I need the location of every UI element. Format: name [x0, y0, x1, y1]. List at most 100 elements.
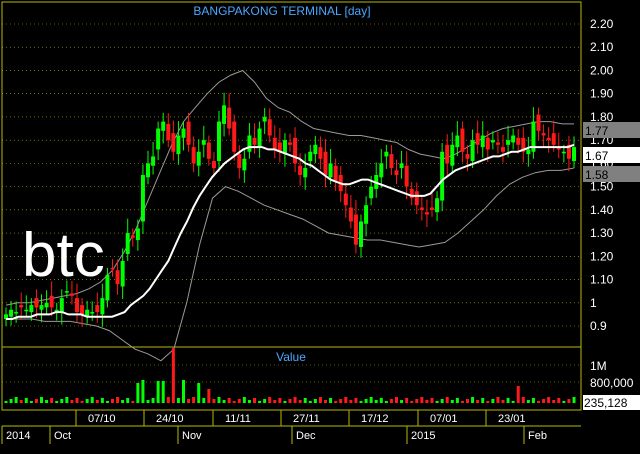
volume-bar [242, 397, 246, 403]
candle-body [19, 305, 24, 308]
volume-bar [212, 399, 216, 403]
candle-body [394, 170, 399, 175]
volume-bar [192, 397, 196, 403]
volume-bar [161, 381, 165, 403]
candle-body [475, 133, 480, 145]
candle-body [495, 142, 500, 145]
period-label: Dec [296, 430, 316, 442]
volume-bar [379, 398, 383, 403]
volume-bar [339, 399, 343, 403]
volume-bar [100, 398, 104, 403]
candle-body [384, 151, 389, 157]
volume-bar [65, 397, 69, 403]
volume-bar [222, 400, 226, 403]
candle-body [64, 291, 69, 293]
stock-chart[interactable]: BANGPAKONG TERMINAL [day] btc 2.20 2.10 2.… [0, 0, 640, 454]
volume-bar [187, 399, 191, 403]
candle-body [399, 163, 404, 169]
candle-body [333, 165, 338, 182]
volume-bar [4, 401, 8, 403]
candle-body [369, 186, 374, 199]
candle-body [29, 305, 34, 313]
period-label: Oct [54, 430, 71, 442]
candle-body [364, 205, 369, 224]
volume-bar [55, 401, 59, 403]
volume-bar [273, 400, 277, 403]
volume-bar [349, 400, 353, 403]
volume-bar [460, 401, 464, 403]
candle-body [110, 267, 115, 270]
volume-bar [268, 397, 272, 403]
candle-body [75, 298, 79, 313]
volume-bar [516, 386, 520, 403]
volume-bar [95, 400, 99, 403]
candle-body [572, 147, 576, 162]
volume-bar [156, 381, 160, 403]
date-label: 11/11 [225, 413, 251, 425]
candle-body [9, 309, 14, 317]
volume-bar [151, 398, 155, 403]
volume-bar [521, 397, 525, 403]
volume-bar [496, 397, 500, 403]
volume-bar [298, 400, 302, 403]
candle-body [450, 144, 455, 166]
volume-bar [40, 397, 43, 403]
candle-body [242, 158, 247, 171]
period-label: Nov [182, 430, 202, 442]
volume-bar [318, 397, 322, 403]
candle-body [130, 235, 135, 238]
candle-body [100, 298, 105, 315]
candle-body [501, 147, 505, 152]
bollinger-lower-label: 1.58 [585, 168, 609, 182]
candle-body [227, 107, 232, 129]
chart-title: BANGPAKONG TERMINAL [day] [193, 4, 370, 18]
date-label: 17/12 [361, 413, 389, 425]
volume-bar [344, 397, 348, 403]
candle-body [551, 133, 556, 145]
volume-bar [369, 397, 373, 403]
volume-bar [324, 400, 327, 403]
candle-body [166, 123, 171, 141]
candle-body [328, 163, 333, 178]
candle-body [222, 105, 227, 124]
price-tick-label: 1.20 [590, 249, 614, 263]
candle-body [262, 116, 267, 122]
volume-bar [288, 399, 292, 403]
volume-bar [202, 398, 206, 403]
candle-body [186, 121, 191, 145]
volume-bar [471, 397, 475, 403]
candle-body [181, 128, 186, 138]
volume-bar [384, 401, 388, 403]
volume-bar [481, 398, 485, 403]
price-tick-label: 1.40 [590, 203, 614, 217]
volume-bar [455, 398, 459, 403]
candle-body [201, 140, 206, 145]
volume-bar [420, 397, 424, 403]
volume-bar [364, 399, 368, 403]
candle-body [115, 270, 120, 285]
price-tick-label: 2.00 [590, 63, 614, 77]
volume-bar [329, 398, 333, 403]
candle-body [176, 135, 181, 155]
candle-body [470, 140, 475, 162]
date-label: 27/11 [293, 413, 320, 425]
volume-bar [111, 399, 114, 403]
volume-bar [303, 398, 307, 403]
volume-bar [34, 399, 38, 403]
volume-bar [430, 398, 434, 403]
volume-bar [334, 401, 338, 403]
candle-body [308, 151, 313, 162]
price-tick-label: 0.9 [590, 319, 607, 333]
volume-bar [247, 400, 251, 403]
volume-bar [217, 397, 221, 403]
date-label: 07/01 [430, 413, 458, 425]
volume-bar [227, 398, 231, 403]
candle-body [49, 295, 54, 308]
volume-bar [121, 400, 125, 403]
candle-body [146, 163, 150, 178]
volume-bar [253, 398, 256, 403]
volume-bar [450, 400, 454, 403]
price-tick-label: 1.10 [590, 273, 614, 287]
volume-bar [237, 399, 241, 403]
volume-bar [435, 401, 439, 403]
